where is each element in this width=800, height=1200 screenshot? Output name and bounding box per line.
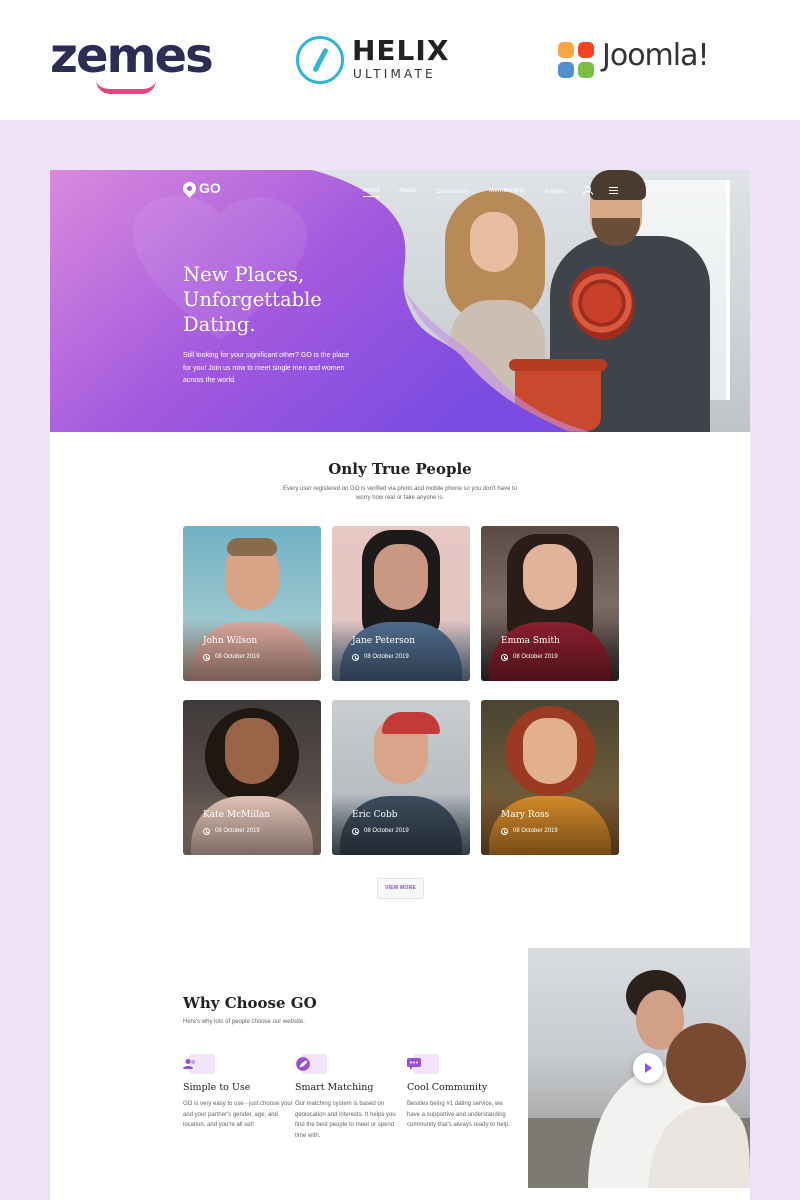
why-section-title: Why Choose GO [183,994,317,1012]
profile-name[interactable]: Jane Peterson [352,636,415,646]
profile-date-text: 08 October 2019 [215,654,260,660]
people-section-subtitle: Every user registered on GO is verified … [283,486,517,501]
nav-community[interactable]: Community ⌄ [436,187,476,195]
why-section-subtitle: Here's why lots of people choose our web… [183,1019,305,1025]
hero-title-line-1: New Places, [183,263,305,286]
hero-title-line-2: Unforgettable [183,288,322,311]
nav-pages[interactable]: Pages ⌄ [545,187,571,195]
helix-wordmark: HELIX [352,34,450,67]
people-section-title: Only True People [328,460,472,478]
nav-community-label: Community [436,188,469,195]
couple-video-thumbnail[interactable] [528,948,750,1188]
hero-title-line-3: Dating. [183,313,256,336]
helix-icon [296,36,344,84]
profile-date-text: 08 October 2019 [513,654,558,660]
chevron-down-icon: ⌄ [565,188,571,195]
clock-icon [501,828,508,835]
profile-name[interactable]: Eric Cobb [352,810,397,820]
play-icon[interactable] [633,1053,663,1083]
nav-membership[interactable]: Membership [489,187,525,194]
profile-name[interactable]: John Wilson [203,636,257,646]
profile-date-text: 08 October 2019 [364,828,409,834]
profile-card[interactable]: Eric Cobb 08 October 2019 [332,700,470,855]
helix-ultimate-logo: HELIX ULTIMATE [296,34,466,86]
nav-about[interactable]: About [399,187,416,194]
profile-name[interactable]: Kate McMillan [203,810,270,820]
view-more-button[interactable]: VIEW MORE [377,878,424,899]
website-preview: GO Home About Community ⌄ Membership Pag… [50,170,750,1200]
profile-date-text: 08 October 2019 [513,828,558,834]
profile-card[interactable]: Emma Smith 08 October 2019 [481,526,619,681]
clock-icon [203,654,210,661]
feature-text: Besides being #1 dating service, we have… [407,1101,510,1128]
chevron-down-icon: ⌄ [470,188,477,195]
profile-name[interactable]: Mary Ross [501,810,549,820]
user-icon[interactable] [583,186,593,195]
brand-bar: zemes HELIX ULTIMATE Joomla! [0,0,800,120]
chat-icon [407,1054,439,1074]
joomla-logo: Joomla! [556,38,756,82]
hero-title: New Places, Unforgettable Dating. [183,262,403,337]
users-icon [183,1054,215,1074]
profile-card[interactable]: Kate McMillan 08 October 2019 [183,700,321,855]
nav-home[interactable]: Home [363,187,381,197]
zemes-logo: zemes [50,28,214,94]
feature-title: Smart Matching [295,1082,374,1093]
leaf-icon [295,1054,327,1074]
profile-date-text: 08 October 2019 [215,828,260,834]
joomla-wordmark: Joomla! [602,38,710,73]
profile-card[interactable]: John Wilson 08 October 2019 [183,526,321,681]
profile-date-text: 08 October 2019 [364,654,409,660]
hero-section: GO Home About Community ⌄ Membership Pag… [50,170,750,432]
clock-icon [203,828,210,835]
clock-icon [352,654,359,661]
profile-name[interactable]: Emma Smith [501,636,560,646]
feature-title: Simple to Use [183,1082,251,1093]
hero-description: Still looking for your significant other… [183,352,350,384]
joomla-icon [556,40,596,80]
profile-card[interactable]: Jane Peterson 08 October 2019 [332,526,470,681]
zemes-smile-mark [96,80,156,94]
site-logo-text: GO [199,180,221,196]
zemes-wordmark: zemes [50,28,214,84]
clock-icon [501,654,508,661]
feature-text: Our matching system is based on geolocat… [295,1101,396,1139]
helix-subtitle: ULTIMATE [353,67,436,81]
nav-pages-label: Pages [545,188,564,195]
feature-title: Cool Community [407,1082,488,1093]
clock-icon [352,828,359,835]
profile-card[interactable]: Mary Ross 08 October 2019 [481,700,619,855]
feature-text: GO is very easy to use - just choose you… [183,1101,293,1128]
hamburger-menu-icon[interactable] [609,187,618,194]
